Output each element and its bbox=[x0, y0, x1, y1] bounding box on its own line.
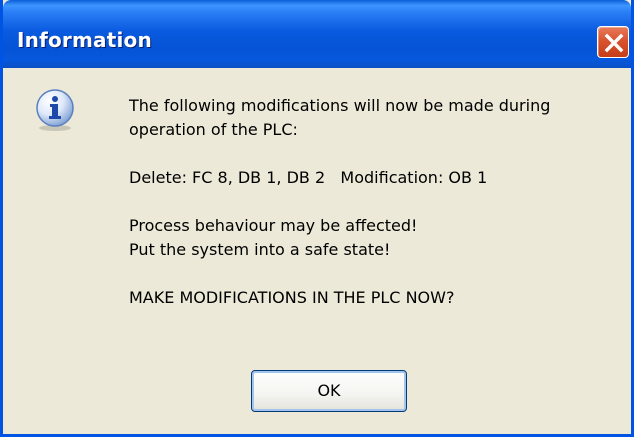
message-text: The following modifications will now be … bbox=[129, 94, 629, 310]
ok-button[interactable]: OK bbox=[251, 370, 407, 412]
message-line: MAKE MODIFICATIONS IN THE PLC NOW? bbox=[129, 288, 455, 307]
info-icon bbox=[36, 89, 74, 131]
close-button[interactable] bbox=[597, 26, 629, 58]
message-line-blank bbox=[129, 190, 629, 214]
information-dialog: Information The following modifications … bbox=[0, 0, 634, 437]
message-line: Delete: FC 8, DB 1, DB 2 Modification: O… bbox=[129, 168, 488, 187]
message-line: operation of the PLC: bbox=[129, 120, 298, 139]
message-line-blank bbox=[129, 262, 629, 286]
message-line: Put the system into a safe state! bbox=[129, 240, 391, 259]
message-line: The following modifications will now be … bbox=[129, 96, 551, 115]
message-line-blank bbox=[129, 142, 629, 166]
window-title: Information bbox=[17, 28, 152, 52]
close-icon bbox=[604, 33, 624, 53]
message-line: Process behaviour may be affected! bbox=[129, 216, 418, 235]
dialog-body: The following modifications will now be … bbox=[3, 68, 631, 434]
titlebar[interactable]: Information bbox=[3, 0, 631, 68]
